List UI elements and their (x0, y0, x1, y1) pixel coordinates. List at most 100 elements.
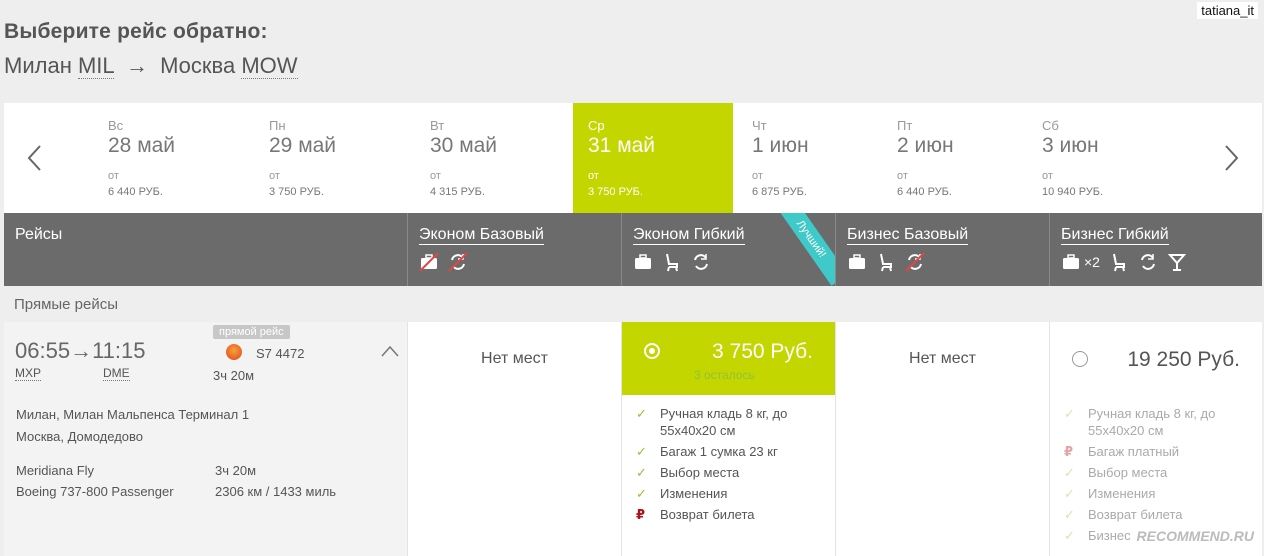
date-label: 28 май (108, 134, 176, 157)
feature-text: Возврат билета (660, 507, 755, 522)
date-dow: Ср (588, 118, 605, 133)
feature-item: ✓ Багаж 1 сумка 23 кг (636, 443, 816, 460)
feature-item: ✓ Ручная кладь 8 кг, до 55х40х20 см (636, 405, 816, 439)
flight-duration: 3ч 20м (213, 368, 255, 383)
flight-number: S7 4472 (256, 346, 305, 361)
airline-logo-icon (226, 344, 242, 360)
date-dow: Пт (897, 118, 913, 133)
date-price: 4 315 РУБ. (430, 186, 485, 198)
biz-flex-price[interactable]: 19 250 Руб. (1127, 348, 1240, 372)
baggage-icon (635, 254, 651, 269)
column-econ-flex: Эконом Гибкий Лучший! (621, 213, 835, 286)
date-dow: Сб (1042, 118, 1059, 133)
departure-airport-code[interactable]: MXP (15, 366, 42, 381)
date-tab-selected[interactable]: Ср 31 май от 3 750 РУБ. (573, 103, 733, 213)
fare-biz-flex: 19 250 Руб. ✓ Ручная кладь 8 кг, до 55х40… (1049, 322, 1262, 556)
date-label: 29 май (269, 134, 337, 157)
feature-text: Ручная кладь 8 кг, до 55х40х20 см (660, 406, 788, 438)
feature-item: ✓ Изменения (636, 485, 816, 502)
date-label: 1 июн (752, 134, 809, 157)
date-dow: Вс (108, 118, 124, 133)
feature-text: Возврат билета (1088, 507, 1183, 522)
date-dow: Вт (430, 118, 445, 133)
no-seats-label: Нет мест (481, 350, 548, 367)
econ-flex-features: ✓ Ручная кладь 8 кг, до 55х40х20 см ✓ Бага… (636, 405, 816, 527)
chevron-up-icon[interactable] (380, 344, 400, 358)
feature-item: ✓ Изменения (1064, 485, 1244, 502)
origin-city: Милан (4, 53, 72, 78)
date-tab[interactable]: Чт 1 июн от 6 875 РУБ. (737, 103, 897, 213)
date-tab[interactable]: Пт 2 июн от 6 440 РУБ. (882, 103, 1042, 213)
operator-duration: 3ч 20м (215, 463, 257, 478)
exchange-icon (1140, 254, 1155, 270)
arrival-time: 11:15 (92, 338, 146, 363)
prev-dates-button[interactable] (4, 103, 64, 213)
feature-text: Изменения (1088, 486, 1156, 501)
departure-airport: Милан, Милан Мальпенса Терминал 1 (16, 407, 250, 422)
feature-item: ₽ Возврат билета (636, 506, 816, 523)
date-tab[interactable]: Вс 28 май от 6 440 РУБ. (93, 103, 253, 213)
date-label: 3 июн (1042, 134, 1099, 157)
fare-econ-flex: 3 750 Руб. 3 осталось ✓ Ручная кладь 8 кг… (621, 322, 835, 556)
date-from: от (588, 170, 599, 182)
feature-item: ✓ Возврат билета (1064, 506, 1244, 523)
check-icon: ✓ (636, 406, 647, 421)
origin-code[interactable]: MIL (77, 53, 114, 79)
biz-flex-features: ✓ Ручная кладь 8 кг, до 55х40х20 см ₽ Бага… (1064, 405, 1244, 548)
date-label: 30 май (430, 134, 498, 157)
date-from: от (108, 170, 119, 182)
arrival-airport: Москва, Домодедово (16, 429, 144, 444)
fare-econ-basic: Нет мест (407, 322, 621, 556)
biz-flex-title[interactable]: Бизнес Гибкий (1061, 226, 1169, 245)
seat-icon (1112, 253, 1125, 272)
time-arrow-icon: → (70, 338, 93, 363)
feature-text: Выбор места (660, 465, 740, 480)
feature-text: Багаж платный (1088, 444, 1180, 459)
econ-basic-title[interactable]: Эконом Базовый (419, 226, 544, 245)
seats-left: 3 осталось (694, 368, 755, 382)
exchange-crossed-icon (905, 252, 925, 272)
exchange-crossed-icon (448, 252, 468, 272)
departure-time: 06:55 (15, 338, 71, 363)
biz-basic-title[interactable]: Бизнес Базовый (847, 226, 969, 245)
dest-code[interactable]: MOW (241, 53, 298, 79)
column-econ-basic: Эконом Базовый (407, 213, 621, 286)
arrival-airport-code[interactable]: DME (103, 366, 130, 381)
feature-item: ✓ Выбор места (1064, 464, 1244, 481)
date-price: 6 440 РУБ. (108, 186, 163, 198)
chevron-left-icon (27, 145, 41, 171)
direct-flight-badge: прямой рейс (213, 325, 290, 339)
date-from: от (1042, 170, 1053, 182)
baggage-count: ×2 (1084, 254, 1100, 270)
feature-text: Изменения (660, 486, 728, 501)
column-biz-basic: Бизнес Базовый (835, 213, 1049, 286)
feature-text: Выбор места (1088, 465, 1168, 480)
fare-header-row: Рейсы Эконом Базовый Эконом Гибкий Лучши… (4, 213, 1262, 286)
next-dates-button[interactable] (1202, 103, 1262, 213)
cocktail-icon (1167, 254, 1187, 271)
date-from: от (752, 170, 763, 182)
econ-flex-price: 3 750 Руб. (712, 340, 813, 363)
check-icon: ✓ (636, 465, 647, 480)
econ-flex-radio[interactable] (644, 343, 660, 359)
section-direct-flights: Прямые рейсы (14, 296, 119, 313)
feature-item: ✓ Ручная кладь 8 кг, до 55х40х20 см (1064, 405, 1244, 439)
check-icon: ✓ (1064, 465, 1075, 480)
econ-flex-select[interactable]: 3 750 Руб. 3 осталось (622, 322, 835, 395)
feature-text: Багаж 1 сумка 23 кг (660, 444, 778, 459)
date-price: 6 440 РУБ. (897, 186, 952, 198)
date-tab[interactable]: Вт 30 май от 4 315 РУБ. (415, 103, 575, 213)
recommend-watermark: RECOMMEND.RU (1136, 528, 1254, 544)
column-flights: Рейсы (4, 213, 407, 286)
no-seats-label: Нет мест (909, 350, 976, 367)
check-icon: ✓ (636, 444, 647, 459)
date-tab[interactable]: Пн 29 май от 3 750 РУБ. (254, 103, 414, 213)
econ-flex-title[interactable]: Эконом Гибкий (633, 226, 745, 245)
date-dow: Пн (269, 118, 286, 133)
flight-card: прямой рейс 06:55→11:15 MXP DME S7 4472 … (4, 322, 407, 556)
feature-text: Ручная кладь 8 кг, до 55х40х20 см (1088, 406, 1216, 438)
feature-item: ✓ Выбор места (636, 464, 816, 481)
biz-flex-radio[interactable] (1072, 351, 1088, 367)
date-dow: Чт (752, 118, 767, 133)
date-tab[interactable]: Сб 3 июн от 10 940 РУБ. (1027, 103, 1187, 213)
